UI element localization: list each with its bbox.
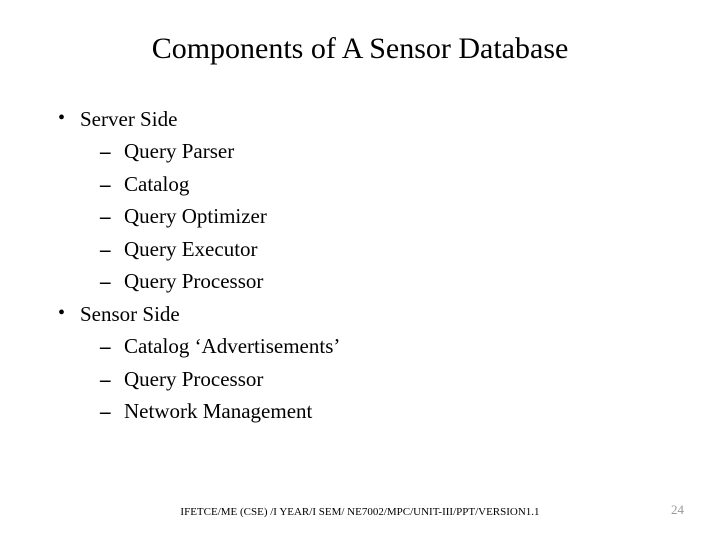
slide: Components of A Sensor Database Server S… — [0, 0, 720, 540]
list-item-label: Query Processor — [124, 269, 263, 293]
slide-title: Components of A Sensor Database — [40, 32, 680, 66]
list-item-label: Catalog — [124, 172, 189, 196]
bullet-list-level2: Query Parser Catalog Query Optimizer Que… — [80, 136, 680, 296]
list-item-label: Query Optimizer — [124, 204, 267, 228]
list-item-label: Network Management — [124, 399, 312, 423]
list-item-label: Query Parser — [124, 139, 234, 163]
list-item-label: Query Executor — [124, 237, 258, 261]
list-item: Sensor Side Catalog ‘Advertisements’ Que… — [56, 299, 680, 427]
list-item: Catalog — [100, 169, 680, 199]
list-item: Query Processor — [100, 364, 680, 394]
list-item: Query Optimizer — [100, 201, 680, 231]
footer-text: IFETCE/ME (CSE) /I YEAR/I SEM/ NE7002/MP… — [40, 506, 680, 518]
bullet-list-level1: Server Side Query Parser Catalog Query O… — [56, 104, 680, 426]
list-item: Query Processor — [100, 266, 680, 296]
list-item: Network Management — [100, 396, 680, 426]
page-number: 24 — [671, 502, 684, 518]
list-item-label: Catalog ‘Advertisements’ — [124, 334, 340, 358]
bullet-list-level2: Catalog ‘Advertisements’ Query Processor… — [80, 331, 680, 426]
list-item: Catalog ‘Advertisements’ — [100, 331, 680, 361]
list-item-label: Server Side — [80, 107, 177, 131]
list-item: Query Parser — [100, 136, 680, 166]
list-item: Server Side Query Parser Catalog Query O… — [56, 104, 680, 297]
list-item-label: Query Processor — [124, 367, 263, 391]
list-item-label: Sensor Side — [80, 302, 180, 326]
list-item: Query Executor — [100, 234, 680, 264]
slide-content: Server Side Query Parser Catalog Query O… — [40, 104, 680, 426]
slide-footer: IFETCE/ME (CSE) /I YEAR/I SEM/ NE7002/MP… — [0, 506, 720, 518]
